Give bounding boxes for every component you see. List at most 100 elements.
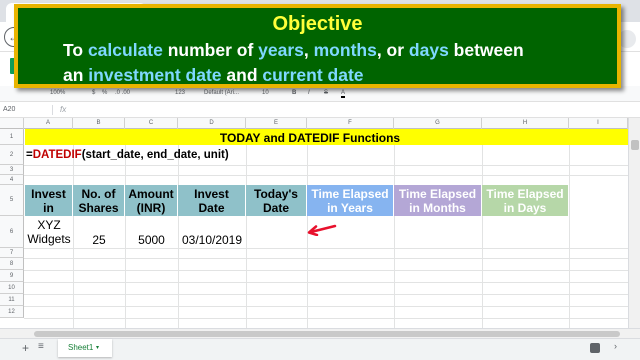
objective-banner: Objective To calculate number of years, … <box>14 4 621 88</box>
row-header[interactable]: 4 <box>0 175 24 185</box>
gridline <box>24 248 628 249</box>
objective-line-2: an investment date and current date <box>63 65 364 86</box>
number-format-select[interactable]: 123 <box>175 90 185 96</box>
decimal-buttons[interactable]: .0 .00 <box>115 90 130 96</box>
objective-text: , <box>303 40 314 60</box>
header-line: Shares <box>78 201 119 215</box>
select-all-corner[interactable] <box>0 118 24 129</box>
header-time-elapsed-months[interactable]: Time Elapsed in Months <box>394 185 482 216</box>
currency-button[interactable]: $ <box>92 90 95 96</box>
sheet-tab-sheet1[interactable]: Sheet1 <box>58 339 112 357</box>
objective-keyword: years <box>258 40 304 60</box>
format-toolbar: 100% $ % .0 .00 123 Default (Ari... 10 B… <box>0 86 640 102</box>
cell-invest-date[interactable]: 03/10/2019 <box>178 233 246 247</box>
column-header[interactable]: H <box>482 118 569 129</box>
row-header[interactable]: 10 <box>0 282 24 294</box>
formula-bar: A20 fx <box>0 102 640 118</box>
horizontal-scrollbar-thumb[interactable] <box>34 331 620 337</box>
cell-line: Widgets <box>27 232 71 246</box>
gridline <box>24 318 628 319</box>
fx-icon: fx <box>60 105 67 114</box>
cell-amount[interactable]: 5000 <box>125 233 178 247</box>
objective-keyword: investment date <box>88 65 222 85</box>
function-args: (start_date, end_date, unit) <box>81 149 229 161</box>
row-header[interactable]: 8 <box>0 258 24 270</box>
header-todays-date[interactable]: Today's Date <box>246 185 307 216</box>
all-sheets-button[interactable]: ≡ <box>38 341 44 352</box>
header-invest-date[interactable]: Invest Date <box>178 185 246 216</box>
header-invest-in[interactable]: Invest in <box>25 185 73 216</box>
row-header[interactable]: 12 <box>0 306 24 318</box>
gridline <box>246 129 247 328</box>
sheet-tab-menu-icon[interactable]: ▾ <box>96 339 99 357</box>
explore-icon[interactable] <box>590 343 600 353</box>
row-header[interactable]: 2 <box>0 145 24 165</box>
objective-text: number of <box>162 40 259 60</box>
header-line: Amount <box>128 187 174 201</box>
gridline <box>394 129 395 328</box>
zoom-select[interactable]: 100% <box>50 90 65 96</box>
text-color-button[interactable]: A <box>341 90 346 98</box>
row-header[interactable]: 6 <box>0 216 24 248</box>
column-header[interactable]: A <box>24 118 73 129</box>
objective-keyword: calculate <box>87 40 163 60</box>
font-size-select[interactable]: 10 <box>262 90 269 96</box>
header-line: in Years <box>327 201 373 215</box>
vertical-scrollbar-thumb[interactable] <box>631 140 639 150</box>
objective-text: and <box>221 65 263 85</box>
bold-button[interactable]: B <box>292 90 296 96</box>
header-line: Today's <box>254 187 298 201</box>
horizontal-scrollbar[interactable] <box>0 328 640 338</box>
header-line: in Days <box>503 201 547 215</box>
gridline <box>24 294 628 295</box>
header-line: Invest <box>194 187 229 201</box>
italic-button[interactable]: I <box>308 90 310 96</box>
column-header[interactable]: D <box>178 118 246 129</box>
header-line: Date <box>262 201 289 215</box>
side-panel-toggle-icon[interactable]: › <box>614 341 617 351</box>
strikethrough-button[interactable]: S <box>324 90 328 96</box>
column-header[interactable]: F <box>307 118 394 129</box>
gridline <box>24 175 628 176</box>
vertical-scrollbar[interactable] <box>628 118 640 328</box>
column-header[interactable]: G <box>394 118 482 129</box>
row-header[interactable]: 11 <box>0 294 24 306</box>
cell-invest-in[interactable]: XYZ Widgets <box>25 218 73 246</box>
column-header[interactable]: B <box>73 118 125 129</box>
objective-text: , or <box>376 40 409 60</box>
add-sheet-button[interactable]: + <box>22 341 29 355</box>
objective-line-1: To calculate number of years, months, or… <box>63 40 524 61</box>
column-header[interactable]: I <box>569 118 628 129</box>
header-time-elapsed-days[interactable]: Time Elapsed in Days <box>482 185 569 216</box>
header-no-of-shares[interactable]: No. of Shares <box>73 185 125 216</box>
row-header[interactable]: 3 <box>0 165 24 175</box>
font-select[interactable]: Default (Ari... <box>204 90 239 96</box>
header-line: Time Elapsed <box>311 187 389 201</box>
column-header[interactable]: E <box>246 118 307 129</box>
objective-text: between <box>448 40 524 60</box>
percent-button[interactable]: % <box>102 90 107 96</box>
header-line: Date <box>198 201 225 215</box>
row-header[interactable]: 7 <box>0 248 24 258</box>
header-amount[interactable]: Amount (INR) <box>125 185 178 216</box>
objective-title: Objective <box>272 13 363 35</box>
gridline <box>24 165 628 166</box>
cell-line: XYZ <box>37 218 61 232</box>
header-line: in <box>43 201 54 215</box>
red-arrow-icon <box>307 224 337 236</box>
objective-text: To <box>63 40 88 60</box>
header-time-elapsed-years[interactable]: Time Elapsed in Years <box>307 185 394 216</box>
row-header[interactable]: 9 <box>0 270 24 282</box>
row-header[interactable]: 1 <box>0 129 24 145</box>
function-name: DATEDIF <box>32 149 82 161</box>
formula-syntax[interactable]: =DATEDIF(start_date, end_date, unit) <box>26 149 229 161</box>
header-line: in Months <box>409 201 466 215</box>
objective-keyword: current date <box>262 65 364 85</box>
header-line: Time Elapsed <box>398 187 477 201</box>
gridline <box>24 258 628 259</box>
column-header[interactable]: C <box>125 118 178 129</box>
name-box[interactable]: A20 <box>3 106 15 113</box>
sheet-title: TODAY and DATEDIF Functions <box>219 131 401 145</box>
row-header[interactable]: 5 <box>0 185 24 216</box>
cell-shares[interactable]: 25 <box>73 233 125 247</box>
